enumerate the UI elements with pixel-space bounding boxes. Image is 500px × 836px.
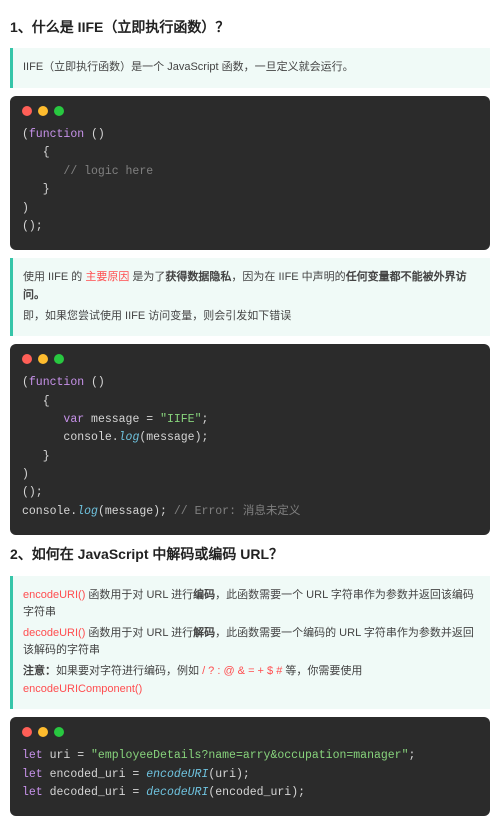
window-traffic-lights	[22, 354, 478, 364]
section-2-note: encodeURI() 函数用于对 URL 进行编码，此函数需要一个 URL 字…	[10, 576, 490, 710]
section-2-title: 2、如何在 JavaScript 中解码或编码 URL？	[10, 543, 490, 565]
section-1-title: 1、什么是 IIFE（立即执行函数）？	[10, 16, 490, 38]
code-block-1: (function () { // logic here } ) ();	[10, 96, 490, 250]
maximize-icon	[54, 354, 64, 364]
note-text: IIFE（立即执行函数）是一个 JavaScript 函数，一旦定义就会运行。	[23, 59, 480, 77]
code-block-2: (function () { var message = "IIFE"; con…	[10, 344, 490, 535]
code-content: let uri = "employeeDetails?name=arry&occ…	[22, 747, 478, 802]
code-content: (function () { var message = "IIFE"; con…	[22, 374, 478, 521]
note-text: 注意：如果要对字符进行编码，例如 / ? : @ & = + $ # 等，你需要…	[23, 663, 480, 698]
maximize-icon	[54, 727, 64, 737]
code-content: (function () { // logic here } ) ();	[22, 126, 478, 236]
code-block-3: let uri = "employeeDetails?name=arry&occ…	[10, 717, 490, 816]
note-text: 即，如果您尝试使用 IIFE 访问变量，则会引发如下错误	[23, 308, 480, 326]
minimize-icon	[38, 106, 48, 116]
note-text: encodeURI() 函数用于对 URL 进行编码，此函数需要一个 URL 字…	[23, 587, 480, 622]
close-icon	[22, 106, 32, 116]
window-traffic-lights	[22, 727, 478, 737]
note-text: decodeURI() 函数用于对 URL 进行解码，此函数需要一个编码的 UR…	[23, 625, 480, 660]
window-traffic-lights	[22, 106, 478, 116]
section-1-intro-note: IIFE（立即执行函数）是一个 JavaScript 函数，一旦定义就会运行。	[10, 48, 490, 88]
close-icon	[22, 354, 32, 364]
maximize-icon	[54, 106, 64, 116]
note-text: 使用 IIFE 的 主要原因 是为了获得数据隐私，因为在 IIFE 中声明的任何…	[23, 269, 480, 304]
minimize-icon	[38, 727, 48, 737]
close-icon	[22, 727, 32, 737]
minimize-icon	[38, 354, 48, 364]
section-1-reason-note: 使用 IIFE 的 主要原因 是为了获得数据隐私，因为在 IIFE 中声明的任何…	[10, 258, 490, 336]
